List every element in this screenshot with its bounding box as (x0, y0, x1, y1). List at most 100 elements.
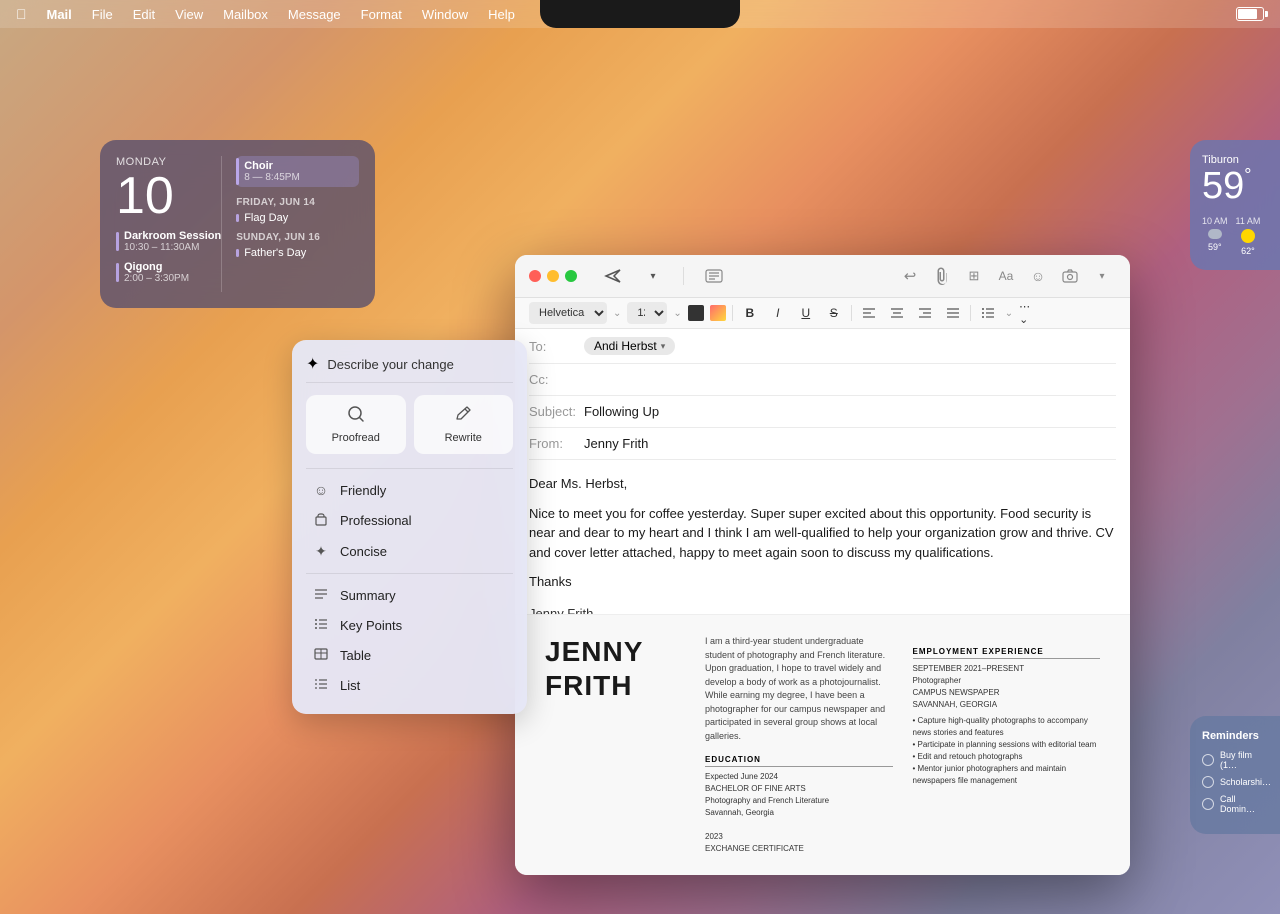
calendar-date-section: MONDAY 10 Darkroom Session 10:30 – 11:30… (116, 156, 221, 292)
highlight-color-picker[interactable] (710, 305, 726, 321)
list-icon (312, 677, 330, 693)
format-divider-1 (732, 305, 733, 321)
font-color-picker[interactable] (688, 305, 704, 321)
darkroom-event-time: 10:30 – 11:30AM (124, 242, 221, 253)
key-points-menu-item[interactable]: Key Points (306, 610, 513, 640)
cv-employment-duties: • Capture high-quality photographs to ac… (913, 715, 1101, 787)
professional-icon (312, 512, 330, 529)
mail-header-fields: To: Andi Herbst ▾ Cc: Subject: Following… (515, 329, 1130, 460)
table-menu-item[interactable]: Table (306, 640, 513, 670)
cv-employment-section: EMPLOYMENT EXPERIENCE SEPTEMBER 2021–PRE… (913, 635, 1101, 855)
closing: Thanks (529, 572, 1116, 592)
align-center-button[interactable] (886, 302, 908, 324)
menu-edit[interactable]: Edit (133, 7, 155, 22)
underline-button[interactable]: U (795, 302, 817, 324)
more-button[interactable]: ⋯ ⌄ (1019, 302, 1041, 324)
from-label: From: (529, 436, 584, 451)
wt-divider-2 (306, 573, 513, 574)
send-options-button[interactable]: ▾ (639, 265, 667, 287)
menu-window[interactable]: Window (422, 7, 468, 22)
format-divider-2 (851, 305, 852, 321)
send-button[interactable] (599, 265, 627, 287)
reminder-circle-2 (1202, 776, 1214, 788)
friendly-menu-item[interactable]: ☺ Friendly (306, 475, 513, 505)
menu-message[interactable]: Message (288, 7, 341, 22)
align-left-button[interactable] (858, 302, 880, 324)
apple-menu-icon[interactable]:  (16, 6, 27, 22)
writing-tools-title: Describe your change (327, 357, 453, 372)
rewrite-label: Rewrite (445, 432, 482, 444)
qigong-event-time: 2:00 – 3:30PM (124, 273, 221, 284)
list-button[interactable] (977, 302, 999, 324)
calendar-events-section: Choir 8 — 8:45PM FRIDAY, JUN 14 Flag Day… (221, 156, 359, 292)
writing-tools-header: ✦ Describe your change (306, 354, 513, 383)
photo-options-button[interactable]: ▾ (1088, 265, 1116, 287)
photo-button[interactable] (1056, 265, 1084, 287)
calendar-date-number: 10 (116, 170, 221, 222)
emoji-button[interactable]: ☺ (1024, 265, 1052, 287)
list-menu-item[interactable]: List (306, 670, 513, 700)
signature: Jenny Frith Dept. of Journalism and Mass… (529, 604, 1116, 615)
sunday-header: SUNDAY, JUN 16 (236, 232, 359, 243)
friday-header: FRIDAY, JUN 14 (236, 197, 359, 208)
rewrite-button[interactable]: Rewrite (414, 395, 514, 454)
professional-menu-item[interactable]: Professional (306, 505, 513, 536)
bold-button[interactable]: B (739, 302, 761, 324)
cv-bio-section: I am a third-year student undergraduate … (705, 635, 893, 855)
reminder-text-1: Buy film (1… (1220, 750, 1268, 770)
recipient-chevron: ▾ (661, 341, 666, 352)
proofread-button[interactable]: Proofread (306, 395, 406, 454)
format-button[interactable] (700, 265, 728, 287)
menu-mailbox[interactable]: Mailbox (223, 7, 268, 22)
minimize-button[interactable] (547, 270, 559, 282)
choir-event: Choir 8 — 8:45PM (236, 156, 359, 187)
concise-menu-item[interactable]: ✦ Concise (306, 536, 513, 567)
menu-file[interactable]: File (92, 7, 113, 22)
summary-icon (312, 587, 330, 603)
weather-hour-10am: 10 AM 59° (1202, 216, 1228, 256)
cv-employment-title: EMPLOYMENT EXPERIENCE (913, 647, 1101, 659)
fathers-day-title: Father's Day (244, 247, 359, 259)
cc-field[interactable]: Cc: (529, 364, 1116, 396)
table-icon (312, 647, 330, 663)
align-right-button[interactable] (914, 302, 936, 324)
cv-name-section: JENNY FRITH (545, 635, 675, 855)
cv-name: JENNY FRITH (545, 635, 675, 702)
subject-value: Following Up (584, 404, 1116, 419)
mail-window: ▾ ↩ ⊞ Aa ☺ (515, 255, 1130, 875)
reminders-widget: Reminders Buy film (1… Scholarshi… Call … (1190, 716, 1280, 834)
summary-menu-item[interactable]: Summary (306, 580, 513, 610)
fullscreen-button[interactable] (565, 270, 577, 282)
menu-format[interactable]: Format (361, 7, 402, 22)
italic-button[interactable]: I (767, 302, 789, 324)
menu-mail[interactable]: Mail (47, 7, 72, 22)
undo-button[interactable]: ↩ (896, 265, 924, 287)
cv-employment-content: SEPTEMBER 2021–PRESENT Photographer CAMP… (913, 663, 1101, 711)
font-button[interactable]: Aa (992, 265, 1020, 287)
wt-divider-1 (306, 468, 513, 469)
rewrite-icon (454, 405, 472, 428)
proofread-icon (347, 405, 365, 428)
font-selector-chevron: ⌄ (613, 308, 621, 319)
strikethrough-button[interactable]: S (823, 302, 845, 324)
font-family-select[interactable]: Helvetica (529, 302, 607, 324)
cv-education-title: EDUCATION (705, 755, 893, 767)
attach-button[interactable] (928, 265, 956, 287)
camera-notch (540, 0, 740, 28)
font-size-select[interactable]: 12 (627, 302, 667, 324)
reminder-item-2: Scholarshi… (1202, 776, 1268, 788)
window-toolbar: ▾ ↩ ⊞ Aa ☺ (515, 255, 1130, 298)
subject-field[interactable]: Subject: Following Up (529, 396, 1116, 428)
greeting: Dear Ms. Herbst, (529, 474, 1116, 494)
recipient-badge[interactable]: Andi Herbst ▾ (584, 337, 675, 355)
mail-body[interactable]: Dear Ms. Herbst, Nice to meet you for co… (515, 460, 1130, 614)
toolbar-divider (683, 267, 684, 285)
menu-view[interactable]: View (175, 7, 203, 22)
close-button[interactable] (529, 270, 541, 282)
concise-icon: ✦ (312, 543, 330, 560)
insert-button[interactable]: ⊞ (960, 265, 988, 287)
proofread-label: Proofread (332, 432, 380, 444)
menu-help[interactable]: Help (488, 7, 515, 22)
key-points-label: Key Points (340, 618, 402, 633)
justify-button[interactable] (942, 302, 964, 324)
